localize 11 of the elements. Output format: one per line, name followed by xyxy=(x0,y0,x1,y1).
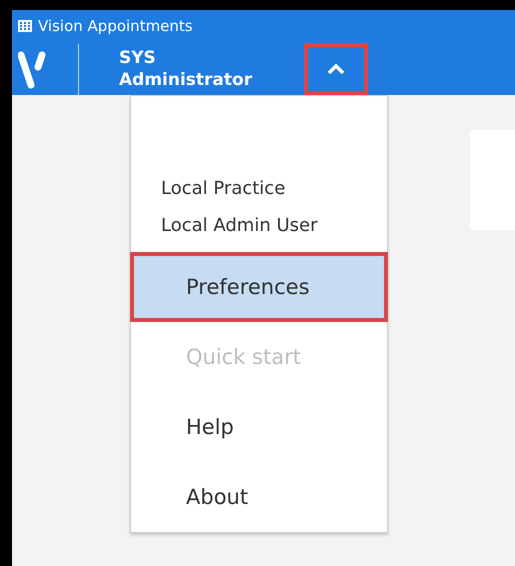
menu-item[interactable]: Preferences xyxy=(130,252,388,322)
user-info-text: Local Admin User xyxy=(161,214,318,238)
user-name: SYS Administrator xyxy=(119,46,254,90)
menu-item[interactable]: About xyxy=(130,462,388,532)
menu-item[interactable]: Help xyxy=(130,392,388,462)
window-title: Vision Appointments xyxy=(38,17,193,35)
user-info-text: Local Practice xyxy=(161,177,286,201)
caret-icon xyxy=(327,62,345,74)
user-menu-button[interactable] xyxy=(304,42,368,94)
logo-icon xyxy=(18,48,48,88)
app-grid-icon xyxy=(18,20,32,32)
